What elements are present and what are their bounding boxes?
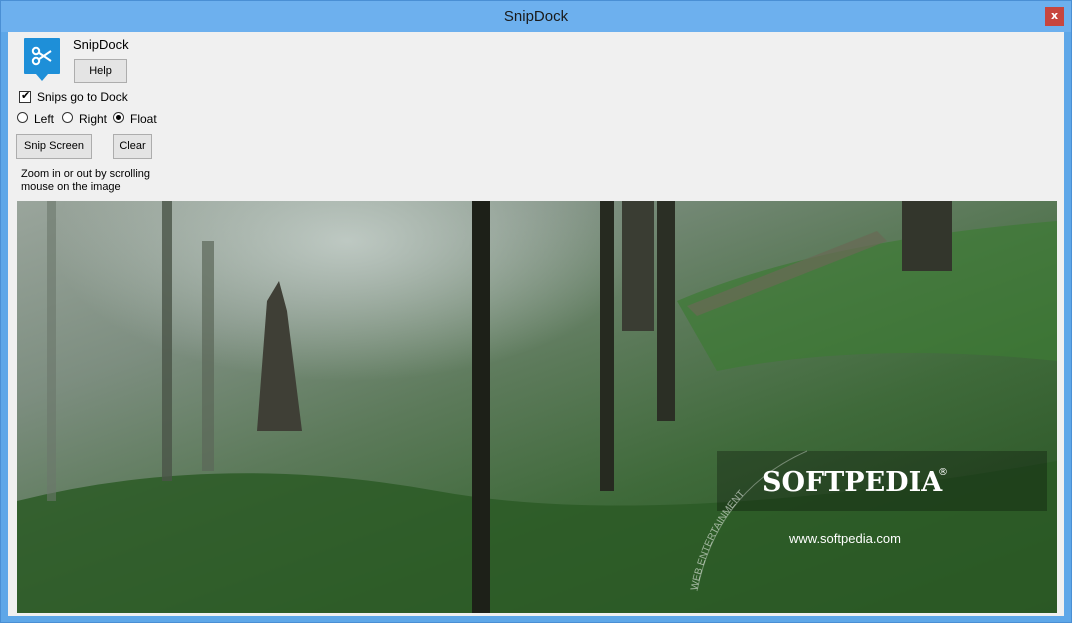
forest-scene: SOFTPEDIA ® www.softpedia.com WEB ENTERT…: [17, 201, 1057, 613]
radio-button[interactable]: [62, 112, 73, 123]
radio-label: Left: [34, 112, 55, 126]
registered-mark: ®: [938, 467, 948, 478]
title-bar[interactable]: SnipDock x: [1, 1, 1071, 32]
checkbox-label: Snips go to Dock: [37, 90, 128, 104]
brand-text: SOFTPEDIA: [762, 467, 943, 498]
zoom-hint: Zoom in or out by scrolling mouse on the…: [21, 168, 150, 193]
scissors-icon: [24, 38, 60, 81]
radio-button[interactable]: [113, 112, 124, 123]
url-text: www.softpedia.com: [788, 531, 901, 546]
help-button[interactable]: Help: [74, 59, 127, 83]
clear-button[interactable]: Clear: [113, 134, 152, 159]
client-area: SnipDock Help ✔ Snips go to Dock Left Ri…: [8, 32, 1064, 616]
check-mark-icon: ✔: [21, 90, 31, 102]
app-name: SnipDock: [73, 37, 129, 52]
close-button[interactable]: x: [1045, 7, 1064, 26]
radio-label: Float: [130, 112, 157, 126]
checkbox-box[interactable]: ✔: [19, 90, 31, 103]
radio-label: Right: [79, 112, 108, 126]
snip-image[interactable]: SOFTPEDIA ® www.softpedia.com WEB ENTERT…: [17, 201, 1057, 613]
dock-position-group: Left Right Float: [17, 112, 177, 126]
app-window: SnipDock x SnipDock Help ✔ Snips go to D…: [0, 0, 1072, 623]
snip-screen-button[interactable]: Snip Screen: [16, 134, 92, 159]
radio-button[interactable]: [17, 112, 28, 123]
window-title: SnipDock: [503, 8, 569, 25]
